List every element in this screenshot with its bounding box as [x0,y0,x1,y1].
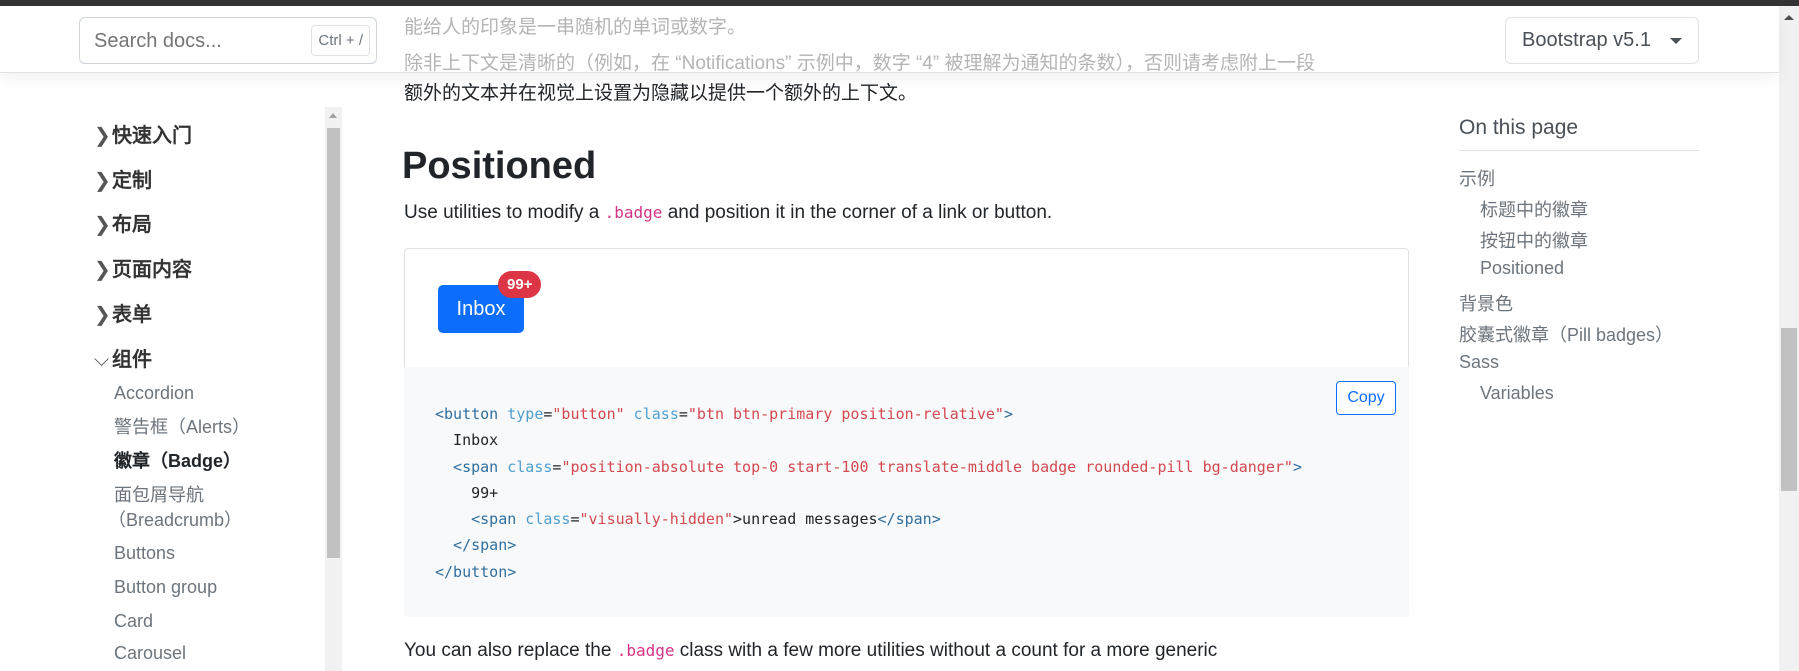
code-block: Copy <button type="button" class="btn bt… [404,367,1409,617]
sidebar-group-label: 快速入门 [112,125,192,147]
code-snippet: <button type="button" class="btn btn-pri… [435,405,1302,581]
toc-link[interactable]: Variables [1480,383,1554,404]
chevron-right-icon: ❯ [94,304,111,326]
sidebar-item[interactable]: 面包屑导航 [114,483,204,507]
sidebar-group[interactable]: ❯快速入门 [94,119,192,148]
text: You can also replace the [404,640,617,661]
text: and position it in the corner of a link … [662,202,1053,223]
sidebar-item-continued[interactable]: （Breadcrumb） [108,508,242,532]
sidebar-group[interactable]: ⌵ 组件 [94,343,152,372]
sidebar-group-label: 页面内容 [112,259,192,281]
body-paragraph: You can also replace the .badge class wi… [404,640,1217,662]
scroll-up-arrow-icon[interactable] [1784,15,1794,20]
window-top-bar [0,0,1799,6]
text: Use utilities to modify a [404,202,605,223]
search-box[interactable]: Ctrl + / [79,17,377,64]
sidebar-group[interactable]: ❯表单 [94,298,152,327]
sidebar-group-label: 布局 [112,214,152,236]
toc-title: On this page [1459,116,1579,139]
example-preview: Inbox 99+ [404,248,1409,368]
sidebar-item[interactable]: 警告框（Alerts） [114,415,250,439]
body-text-line: 额外的文本并在视觉上设置为隐藏以提供一个额外的上下文。 [404,83,918,104]
sidebar-nav: ❯快速入门 ❯定制 ❯布局 ❯页面内容 ❯表单 ⌵ 组件 Accordion 警告… [0,73,325,671]
copy-button[interactable]: Copy [1336,381,1396,415]
inline-code: .badge [604,203,663,222]
section-heading: Positioned [402,145,597,187]
notification-badge: 99+ [498,271,542,298]
chevron-right-icon: ❯ [94,170,111,192]
search-shortcut-hint: Ctrl + / [311,25,370,56]
sidebar-item[interactable]: Carousel [114,641,186,665]
toc-link[interactable]: 按钮中的徽章 [1480,227,1588,253]
search-input[interactable] [94,30,294,53]
sidebar-group-label: 定制 [112,170,152,192]
chevron-right-icon: ❯ [94,259,111,281]
sidebar-group-label: 组件 [112,349,152,371]
toc-divider [1459,150,1699,151]
sidebar-scrollbar-thumb[interactable] [327,128,340,558]
sidebar-group[interactable]: ❯布局 [94,208,152,237]
scrolled-text-line: 除非上下文是清晰的（例如，在 “Notifications” 示例中，数字 “4… [404,53,1315,74]
section-description: Use utilities to modify a .badge and pos… [404,202,1052,224]
sidebar-item[interactable]: Button group [114,575,217,599]
chevron-right-icon: ❯ [94,214,111,236]
sidebar-item[interactable]: Card [114,609,153,633]
sidebar-item-active[interactable]: 徽章（Badge） [114,449,241,473]
toc-link[interactable]: 示例 [1459,165,1495,191]
page-scrollbar-thumb[interactable] [1781,328,1797,491]
sidebar-group[interactable]: ❯页面内容 [94,253,192,282]
caret-down-icon [1670,38,1682,44]
sidebar-group[interactable]: ❯定制 [94,164,152,193]
toc-link[interactable]: 背景色 [1459,290,1513,316]
chevron-down-icon: ⌵ [94,349,110,371]
scroll-up-arrow-icon[interactable] [329,113,337,118]
chevron-right-icon: ❯ [94,125,111,147]
toc-link[interactable]: Positioned [1480,258,1564,279]
toc-link[interactable]: 标题中的徽章 [1480,196,1588,222]
toc-link[interactable]: Sass [1459,352,1499,373]
sidebar-item[interactable]: Accordion [114,381,194,405]
sidebar-item[interactable]: Buttons [114,541,175,565]
version-dropdown[interactable]: Bootstrap v5.1 [1505,17,1699,64]
scrolled-text-line: 能给人的印象是一串随机的单词或数字。 [404,17,747,38]
text: class with a few more utilities without … [674,640,1218,661]
inline-code: .badge [616,641,675,660]
toc-link[interactable]: 胶囊式徽章（Pill badges） [1459,321,1673,347]
version-label: Bootstrap v5.1 [1522,29,1651,51]
sidebar-group-label: 表单 [112,304,152,326]
